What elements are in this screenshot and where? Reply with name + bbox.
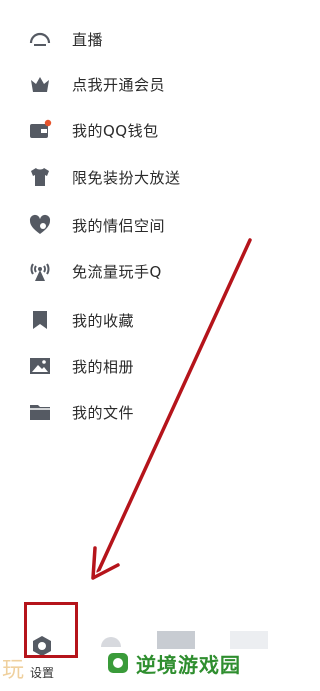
menu-item-free-outfit[interactable]: 限免装扮大放送 — [0, 160, 282, 194]
bottom-button-placeholder[interactable] — [230, 631, 268, 649]
watermark-text: 逆境游戏园 — [136, 652, 241, 677]
menu-item-favorites[interactable]: 我的收藏 — [0, 303, 282, 337]
tshirt-icon — [28, 165, 52, 189]
signal-tower-icon — [28, 259, 52, 283]
menu-item-label: 点我开通会员 — [72, 75, 166, 94]
settings-highlight-box — [24, 602, 78, 658]
menu-item-label: 限免装扮大放送 — [72, 168, 181, 187]
wallet-icon — [28, 118, 52, 142]
watermark-left: 玩 — [2, 658, 27, 683]
menu-item-couple-space[interactable]: 我的情侣空间 — [0, 208, 282, 242]
menu-item-free-data[interactable]: 免流量玩手Q — [0, 254, 282, 288]
annotation-arrow — [90, 237, 253, 581]
menu-item-label: 免流量玩手Q — [72, 262, 162, 281]
menu-item-label: 我的QQ钱包 — [72, 121, 159, 140]
menu-item-label: 直播 — [72, 30, 104, 49]
photo-album-icon — [28, 354, 52, 378]
menu-item-files[interactable]: 我的文件 — [0, 395, 282, 429]
menu-item-live[interactable]: 直播 — [0, 22, 282, 56]
vip-crown-icon — [28, 72, 52, 96]
menu-item-vip[interactable]: 点我开通会员 — [0, 67, 282, 101]
bookmark-icon — [28, 308, 52, 332]
menu-item-label: 我的收藏 — [72, 311, 135, 330]
menu-item-label: 我的相册 — [72, 357, 135, 376]
watermark-logo-icon — [106, 651, 130, 675]
menu-item-album[interactable]: 我的相册 — [0, 349, 282, 383]
menu-item-label: 我的情侣空间 — [72, 216, 166, 235]
menu-item-label: 我的文件 — [72, 403, 135, 422]
watermark: 逆境游戏园 — [106, 648, 241, 678]
folder-icon — [28, 400, 52, 424]
bottom-button-placeholder[interactable] — [157, 631, 195, 649]
menu-item-qq-wallet[interactable]: 我的QQ钱包 — [0, 113, 282, 147]
live-icon — [28, 27, 52, 51]
couple-heart-icon — [28, 213, 52, 237]
settings-label[interactable]: 设置 — [30, 664, 54, 681]
